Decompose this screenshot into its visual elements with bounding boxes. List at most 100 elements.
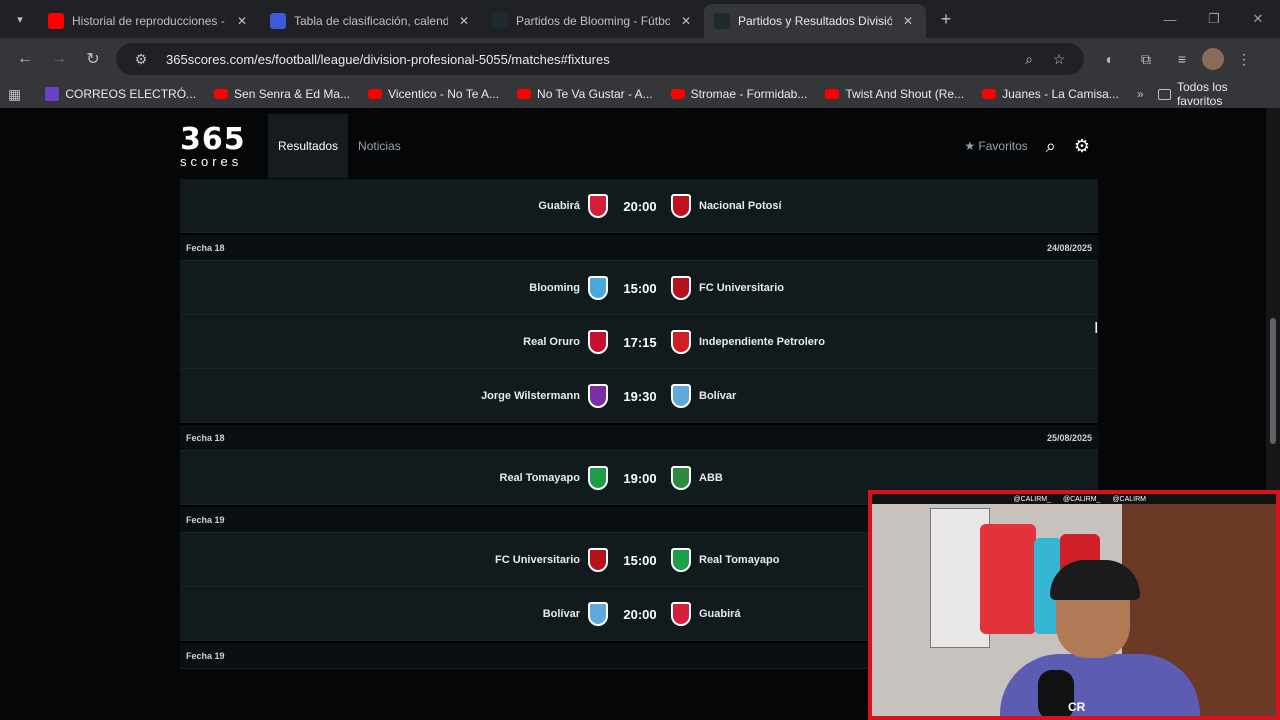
home-crest-icon bbox=[588, 330, 608, 354]
browser-tab[interactable]: Tabla de clasificación, calendario ✕ bbox=[260, 4, 482, 38]
all-bookmarks-label: Todos los favoritos bbox=[1176, 80, 1228, 108]
apps-grid-icon[interactable]: ▦ bbox=[8, 86, 23, 102]
match-row[interactable]: Blooming 15:00 FC Universitario bbox=[180, 261, 1098, 315]
window-controls: — ❐ ✕ bbox=[1148, 0, 1280, 38]
logo-sub: scores bbox=[180, 153, 243, 169]
away-crest-icon bbox=[671, 384, 691, 408]
tab-close-icon[interactable]: ✕ bbox=[456, 14, 472, 28]
bookmark-item[interactable]: Vicentico - No Te A... bbox=[368, 87, 499, 101]
profile-avatar[interactable] bbox=[1202, 48, 1224, 70]
home-team[interactable]: Real Oruro bbox=[523, 315, 580, 369]
home-crest-icon bbox=[588, 194, 608, 218]
bookmark-item[interactable]: No Te Va Gustar - A... bbox=[517, 87, 653, 101]
text-cursor-icon: I bbox=[1094, 320, 1099, 337]
favorites-link[interactable]: ★ Favoritos bbox=[964, 139, 1027, 153]
bookmark-label: CORREOS ELECTRÓ... bbox=[65, 87, 197, 101]
tab-search-button[interactable]: ▾ bbox=[6, 5, 34, 33]
bookmark-item[interactable]: Sen Senra & Ed Ma... bbox=[214, 87, 350, 101]
streamer-cap bbox=[1050, 560, 1140, 600]
away-team[interactable]: Guabirá bbox=[699, 587, 741, 641]
match-row[interactable]: Jorge Wilstermann 19:30 Bolívar bbox=[180, 369, 1098, 423]
away-team[interactable]: Real Tomayapo bbox=[699, 533, 780, 587]
home-crest-icon bbox=[588, 384, 608, 408]
back-button[interactable]: ← bbox=[8, 42, 42, 76]
site-info-icon[interactable]: ⚙ bbox=[126, 51, 156, 68]
bookmark-star-icon[interactable]: ☆ bbox=[1044, 51, 1074, 68]
bookmark-item[interactable]: Twist And Shout (Re... bbox=[825, 87, 964, 101]
settings-gear-icon[interactable]: ⚙ bbox=[1074, 136, 1090, 157]
nav-noticias[interactable]: Noticias bbox=[348, 114, 411, 178]
home-team[interactable]: Bolívar bbox=[543, 587, 580, 641]
home-team[interactable]: Real Tomayapo bbox=[500, 451, 581, 505]
365-icon bbox=[714, 13, 730, 29]
streamer bbox=[1000, 560, 1200, 716]
round-header: Fecha 18 24/08/2025 bbox=[180, 233, 1098, 261]
tab-close-icon[interactable]: ✕ bbox=[900, 14, 916, 28]
menu-icon[interactable]: ⋮ bbox=[1228, 43, 1260, 75]
away-crest-icon bbox=[671, 194, 691, 218]
match-row[interactable]: Real Oruro 17:15 Independiente Petrolero bbox=[180, 315, 1098, 369]
away-team[interactable]: Nacional Potosí bbox=[699, 179, 782, 233]
browser-tab[interactable]: Historial de reproducciones - Yo ✕ bbox=[38, 4, 260, 38]
home-team[interactable]: Guabirá bbox=[538, 179, 580, 233]
handle-1: @CALIRM_ bbox=[1013, 495, 1051, 503]
kickoff-time: 19:30 bbox=[623, 388, 657, 404]
extensions-icon[interactable]: ⧉ bbox=[1130, 43, 1162, 75]
kickoff-time: 19:00 bbox=[623, 470, 657, 486]
home-team[interactable]: Blooming bbox=[529, 261, 580, 315]
365scores-logo[interactable]: 365 scores bbox=[180, 114, 268, 178]
round-header: Fecha 18 25/08/2025 bbox=[180, 423, 1098, 451]
minimize-button[interactable]: — bbox=[1148, 0, 1192, 38]
browser-toolbar: ← → ↻ ⚙ 365scores.com/es/football/league… bbox=[0, 38, 1280, 80]
media-controls-icon[interactable]: ≡ bbox=[1166, 43, 1198, 75]
tab-close-icon[interactable]: ✕ bbox=[234, 14, 250, 28]
extension-off-icon[interactable]: ◐ bbox=[1094, 43, 1126, 75]
scrollbar-thumb[interactable] bbox=[1270, 318, 1276, 444]
reload-button[interactable]: ↻ bbox=[76, 42, 110, 76]
search-icon[interactable]: ⌕ bbox=[1046, 136, 1056, 157]
browser-tab[interactable]: Partidos y Resultados División P ✕ bbox=[704, 4, 926, 38]
youtube-icon bbox=[48, 13, 64, 29]
bookmark-label: Juanes - La Camisa... bbox=[1002, 87, 1119, 101]
round-label: Fecha 19 bbox=[186, 650, 225, 661]
kickoff-time: 15:00 bbox=[623, 280, 657, 296]
match-row[interactable]: Guabirá 20:00 Nacional Potosí bbox=[180, 179, 1098, 233]
close-window-button[interactable]: ✕ bbox=[1236, 0, 1280, 38]
url-text[interactable]: 365scores.com/es/football/league/divisio… bbox=[166, 52, 1014, 67]
streamer-logo: CR bbox=[1068, 700, 1086, 714]
home-team[interactable]: Jorge Wilstermann bbox=[481, 369, 580, 423]
forward-button[interactable]: → bbox=[42, 42, 76, 76]
browser-tab[interactable]: Partidos de Blooming - Fútbol, 3 ✕ bbox=[482, 4, 704, 38]
logo-number: 365 bbox=[180, 121, 246, 157]
bookmark-item[interactable]: CORREOS ELECTRÓ... bbox=[45, 87, 196, 101]
bookmark-item[interactable]: Stromae - Formidab... bbox=[670, 87, 808, 101]
home-crest-icon bbox=[588, 466, 608, 490]
bookmark-label: Stromae - Formidab... bbox=[690, 87, 808, 101]
youtube-icon bbox=[825, 89, 840, 99]
tab-title: Partidos de Blooming - Fútbol, 3 bbox=[516, 14, 670, 28]
restore-button[interactable]: ❐ bbox=[1192, 0, 1236, 38]
new-tab-button[interactable]: + bbox=[932, 5, 960, 33]
nav-resultados[interactable]: Resultados bbox=[268, 114, 349, 178]
youtube-icon bbox=[670, 89, 685, 99]
streamer-body bbox=[1000, 654, 1200, 716]
away-team[interactable]: Bolívar bbox=[699, 369, 736, 423]
youtube-icon bbox=[517, 89, 532, 99]
more-bookmarks-icon[interactable]: » bbox=[1137, 87, 1144, 101]
bookmark-item[interactable]: Juanes - La Camisa... bbox=[982, 87, 1119, 101]
away-team[interactable]: FC Universitario bbox=[699, 261, 784, 315]
home-team[interactable]: FC Universitario bbox=[495, 533, 580, 587]
social-handles-banner: @CALIRM_ @CALIRM_ @CALIRM bbox=[872, 494, 1276, 504]
tab-close-icon[interactable]: ✕ bbox=[678, 14, 694, 28]
bookmark-label: Twist And Shout (Re... bbox=[845, 87, 965, 101]
round-label: Fecha 19 bbox=[186, 514, 225, 525]
round-date: 24/08/2025 bbox=[1046, 242, 1092, 253]
address-bar[interactable]: ⚙ 365scores.com/es/football/league/divis… bbox=[116, 43, 1084, 75]
away-team[interactable]: ABB bbox=[699, 451, 723, 505]
tab-title: Historial de reproducciones - Yo bbox=[72, 14, 226, 28]
kickoff-time: 17:15 bbox=[623, 334, 657, 350]
away-team[interactable]: Independiente Petrolero bbox=[699, 315, 825, 369]
calendar-icon bbox=[45, 87, 60, 101]
zoom-icon[interactable]: ⌕ bbox=[1014, 51, 1044, 68]
all-bookmarks-button[interactable]: Todos los favoritos bbox=[1157, 80, 1273, 108]
